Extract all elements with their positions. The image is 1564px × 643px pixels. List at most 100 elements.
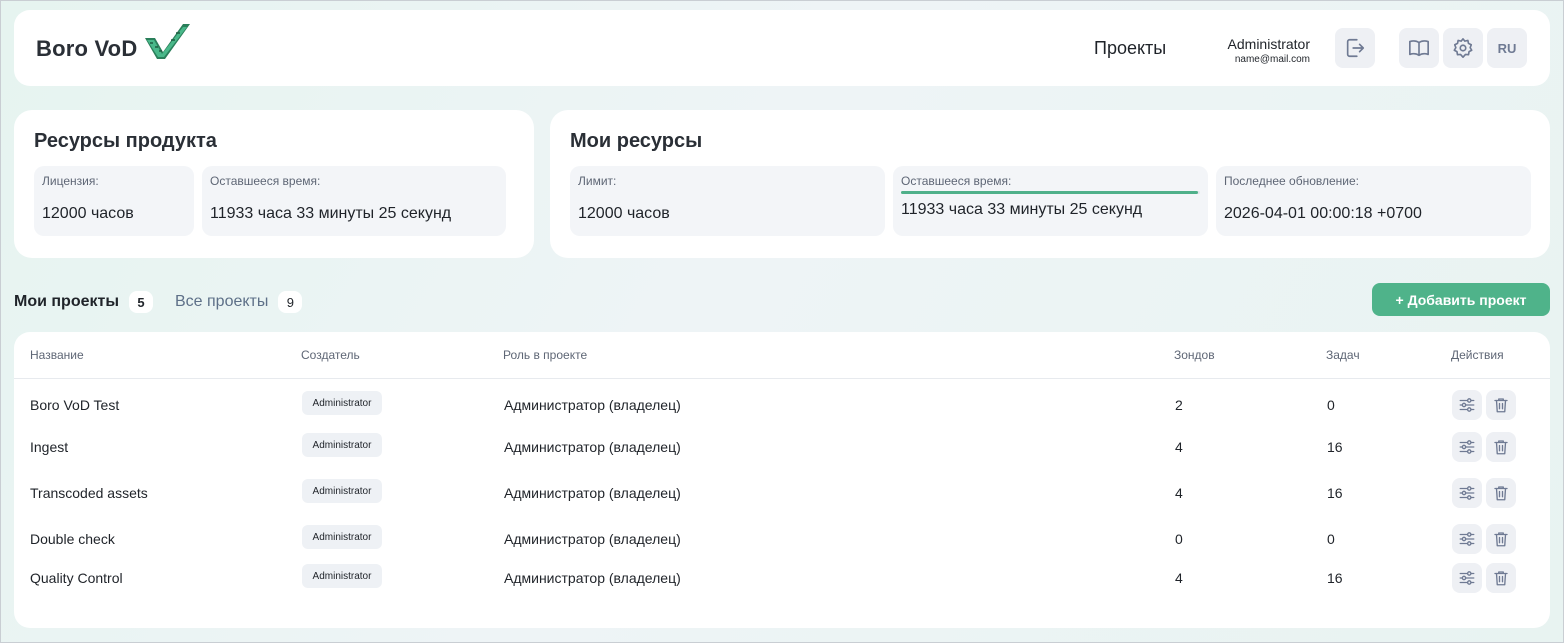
table-row[interactable]: Boro VoD Test Administrator Администрато… [14, 390, 1550, 420]
projects-table: Название Создатель Роль в проекте Зондов… [14, 332, 1550, 628]
probes-count: 4 [1175, 570, 1183, 586]
last-update-label: Последнее обновление: [1224, 174, 1359, 188]
creator-badge: Administrator [302, 391, 382, 415]
license-value: 12000 часов [42, 205, 134, 222]
sliders-icon [1459, 532, 1475, 546]
license-stat: Лицензия: 12000 часов [34, 166, 194, 236]
project-name[interactable]: Boro VoD Test [30, 397, 119, 413]
tab-my-projects-count: 5 [129, 291, 153, 313]
license-label: Лицензия: [42, 174, 99, 188]
table-header-divider [14, 378, 1550, 379]
app-header: Boro VoD Проекты Administrator name@mail… [14, 10, 1550, 86]
project-delete-button[interactable] [1486, 432, 1516, 462]
column-header-role[interactable]: Роль в проекте [503, 348, 587, 362]
column-header-name[interactable]: Название [30, 348, 84, 362]
project-name[interactable]: Double check [30, 531, 115, 547]
table-row[interactable]: Quality Control Administrator Администра… [14, 563, 1550, 593]
my-remaining-label: Оставшееся время: [901, 174, 1012, 188]
trash-icon [1494, 571, 1508, 586]
creator-badge: Administrator [302, 564, 382, 588]
probes-count: 4 [1175, 439, 1183, 455]
project-delete-button[interactable] [1486, 563, 1516, 593]
last-update-value: 2026-04-01 00:00:18 +0700 [1224, 205, 1422, 222]
sliders-icon [1459, 398, 1475, 412]
column-header-probes[interactable]: Зондов [1174, 348, 1215, 362]
product-remaining-label: Оставшееся время: [210, 174, 321, 188]
my-resources-title: Мои ресурсы [570, 130, 703, 152]
product-resources-title: Ресурсы продукта [34, 130, 217, 152]
column-header-actions: Действия [1451, 348, 1504, 362]
tab-all-projects[interactable]: Все проекты 9 [175, 291, 303, 313]
book-icon [1409, 40, 1429, 57]
tab-all-projects-count: 9 [278, 291, 303, 313]
checkmark-logo-icon [145, 24, 191, 59]
probes-count: 4 [1175, 485, 1183, 501]
table-row[interactable]: Ingest Administrator Администратор (влад… [14, 432, 1550, 462]
tasks-count: 16 [1327, 439, 1343, 455]
project-delete-button[interactable] [1486, 524, 1516, 554]
settings-button[interactable] [1443, 28, 1483, 68]
trash-icon [1494, 532, 1508, 547]
my-remaining-stat: Оставшееся время: 11933 часа 33 минуты 2… [893, 166, 1208, 236]
trash-icon [1494, 398, 1508, 413]
column-header-creator[interactable]: Создатель [301, 348, 360, 362]
project-settings-button[interactable] [1452, 390, 1482, 420]
sliders-icon [1459, 486, 1475, 500]
tab-my-projects[interactable]: Мои проекты 5 [14, 291, 153, 313]
project-settings-button[interactable] [1452, 478, 1482, 508]
language-button[interactable]: RU [1487, 28, 1527, 68]
product-remaining-value: 11933 часа 33 минуты 25 секунд [210, 205, 452, 222]
logo[interactable]: Boro VoD [36, 24, 191, 62]
table-row[interactable]: Double check Administrator Администратор… [14, 524, 1550, 554]
tab-all-projects-label: Все проекты [175, 293, 269, 310]
probes-count: 0 [1175, 531, 1183, 547]
project-role: Администратор (владелец) [504, 570, 681, 586]
project-name[interactable]: Transcoded assets [30, 485, 148, 501]
user-name: Administrator [1227, 36, 1310, 52]
creator-badge: Administrator [302, 479, 382, 503]
sliders-icon [1459, 440, 1475, 454]
gear-icon [1453, 38, 1473, 58]
my-remaining-value: 11933 часа 33 минуты 25 секунд [901, 201, 1143, 218]
project-name[interactable]: Quality Control [30, 570, 123, 586]
project-role: Администратор (владелец) [504, 485, 681, 501]
logout-button[interactable] [1335, 28, 1375, 68]
tasks-count: 16 [1327, 570, 1343, 586]
project-settings-button[interactable] [1452, 432, 1482, 462]
nav-projects-link[interactable]: Проекты [1094, 38, 1166, 59]
project-name[interactable]: Ingest [30, 439, 68, 455]
docs-button[interactable] [1399, 28, 1439, 68]
tab-my-projects-label: Мои проекты [14, 293, 119, 310]
column-header-tasks[interactable]: Задач [1326, 348, 1360, 362]
project-role: Администратор (владелец) [504, 439, 681, 455]
my-resources-card: Мои ресурсы Лимит: 12000 часов Оставшеес… [550, 110, 1550, 258]
project-settings-button[interactable] [1452, 563, 1482, 593]
project-settings-button[interactable] [1452, 524, 1482, 554]
creator-badge: Administrator [302, 525, 382, 549]
trash-icon [1494, 440, 1508, 455]
limit-value: 12000 часов [578, 205, 670, 222]
product-resources-card: Ресурсы продукта Лицензия: 12000 часов О… [14, 110, 534, 258]
creator-badge: Administrator [302, 433, 382, 457]
tasks-count: 0 [1327, 397, 1335, 413]
logo-text: Boro VoD [36, 36, 138, 61]
table-row[interactable]: Transcoded assets Administrator Админист… [14, 478, 1550, 508]
logout-icon [1346, 38, 1365, 58]
probes-count: 2 [1175, 397, 1183, 413]
add-project-button[interactable]: + Добавить проект [1372, 283, 1550, 316]
project-delete-button[interactable] [1486, 478, 1516, 508]
sliders-icon [1459, 571, 1475, 585]
user-info[interactable]: Administrator name@mail.com [1228, 36, 1310, 65]
last-update-stat: Последнее обновление: 2026-04-01 00:00:1… [1216, 166, 1531, 236]
user-email: name@mail.com [1234, 54, 1310, 65]
limit-label: Лимит: [578, 174, 617, 188]
trash-icon [1494, 486, 1508, 501]
project-role: Администратор (владелец) [504, 397, 681, 413]
project-delete-button[interactable] [1486, 390, 1516, 420]
tasks-count: 0 [1327, 531, 1335, 547]
product-remaining-stat: Оставшееся время: 11933 часа 33 минуты 2… [202, 166, 506, 236]
remaining-progress-bar [901, 191, 1200, 194]
limit-stat: Лимит: 12000 часов [570, 166, 885, 236]
remaining-progress-fill [901, 191, 1199, 194]
project-role: Администратор (владелец) [504, 531, 681, 547]
